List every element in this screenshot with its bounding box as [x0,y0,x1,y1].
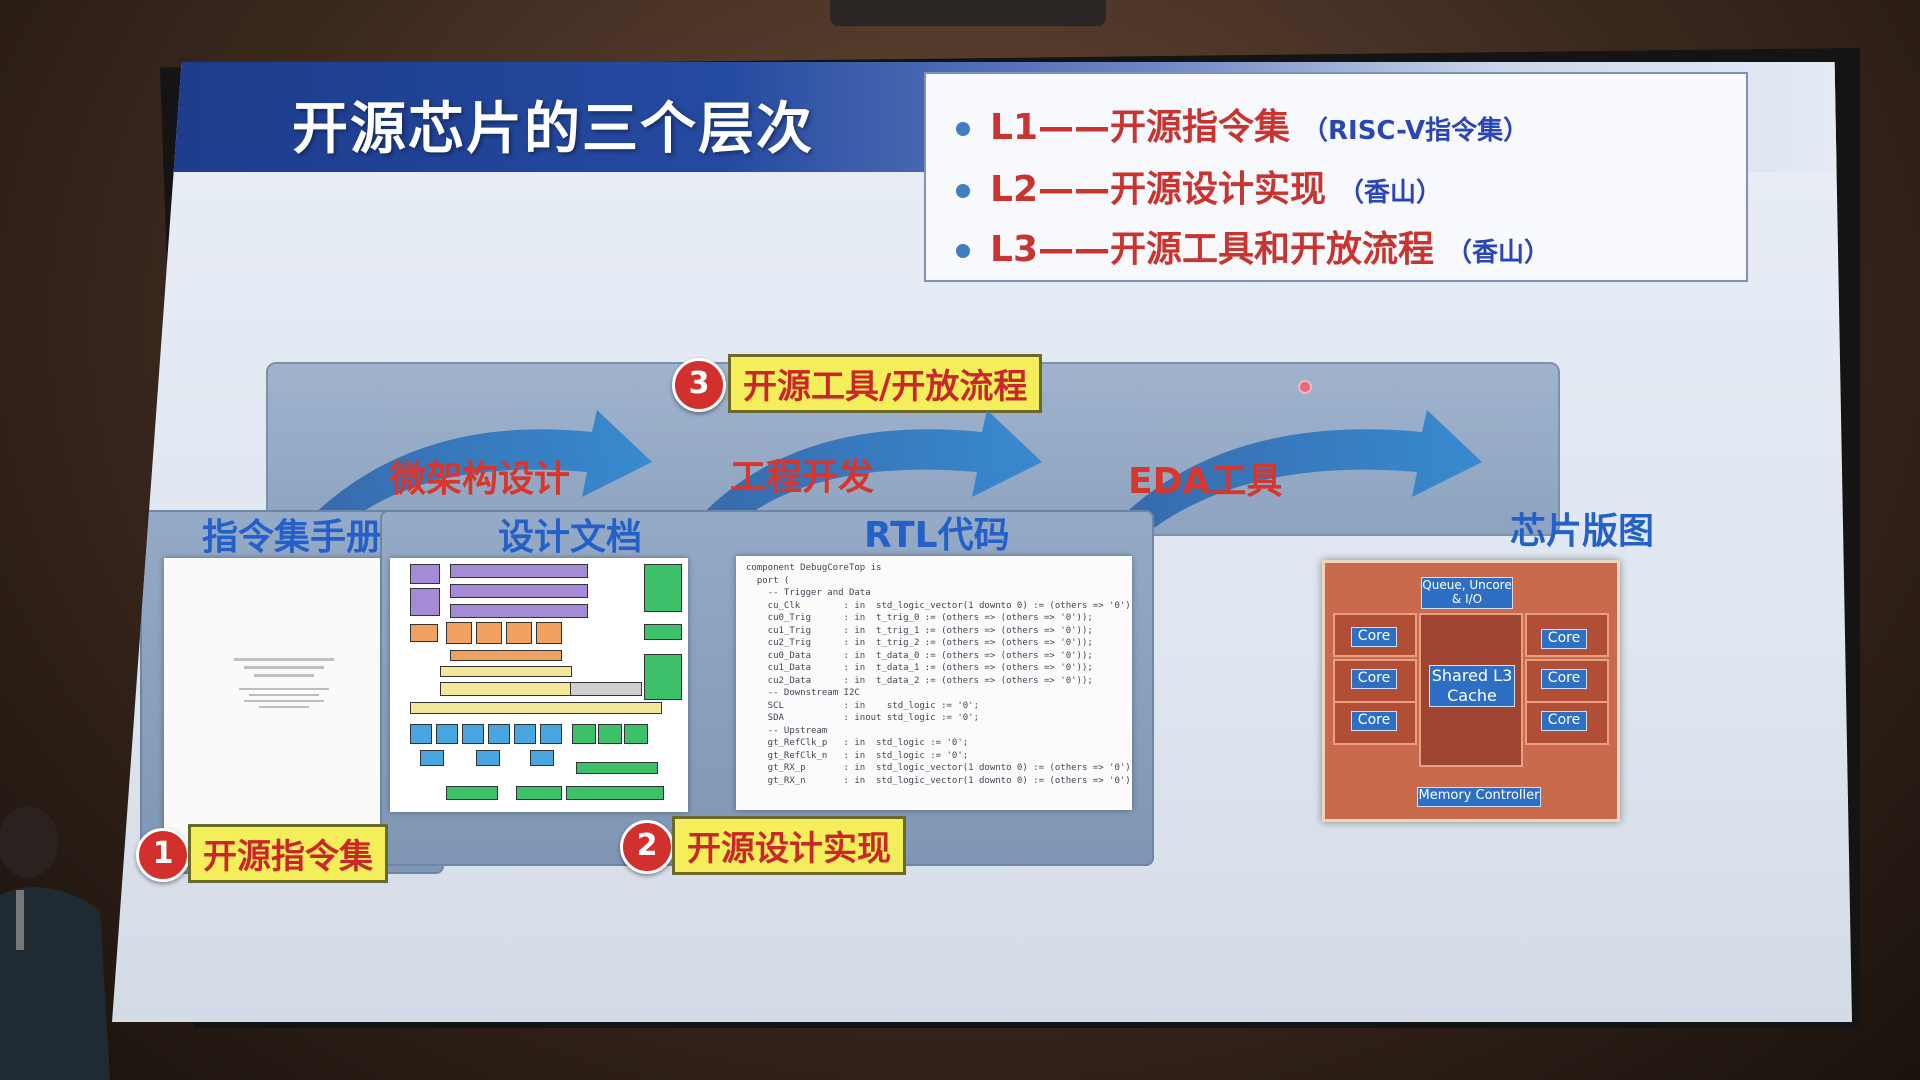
flow-step-2: 工程开发 [730,457,875,498]
presenter-silhouette [0,806,110,1080]
bullet-icon [956,122,970,136]
bullet-icon [956,244,970,258]
rtl-code-title: RTL代码 [864,515,1010,556]
code-line: -- Upstream [746,725,828,736]
chip-die-image: Queue, Uncore & I/O Core Core Core Core … [1322,560,1620,822]
level-label: L3——开源工具和开放流程 [990,229,1434,270]
code-line: gt_RefClk_p : in std_logic := '0'; [746,738,969,748]
design-doc-title: 设计文档 [498,517,643,558]
level-item-2: L2——开源设计实现 （香山） [956,160,1442,212]
code-line: gt_RX_n : in std_logic_vector(1 downto 0… [746,775,1132,786]
code-line: SDA : inout std_logic := '0'; [746,713,979,723]
projector-mount [830,0,1106,26]
rtl-code-listing: component DebugCoreTop is port ( -- Trig… [736,556,1132,810]
code-line: cu2_Data : in t_data_2 := (others => (ot… [746,675,1093,686]
level-item-3: L3——开源工具和开放流程 （香山） [956,220,1550,272]
code-line: gt_RefClk_n : in std_logic := '0'; [746,750,969,761]
chip-core-label: Core [1351,711,1397,731]
chip-memory-label: Memory Controller [1417,787,1541,807]
badge-1: 1 [136,828,190,882]
bottom-tag-isa: 开源指令集 [188,824,388,883]
code-line: cu2_Trig : in t_trig_2 := (others => (ot… [746,638,1093,648]
chip-core-label: Core [1351,627,1397,647]
chip-core-label: Core [1541,711,1587,731]
code-line: cu0_Trig : in t_trig_0 := (others => (ot… [746,613,1093,623]
isa-manual-page [164,558,404,858]
code-line: cu0_Data : in t_data_0 := (others => (ot… [746,650,1093,661]
level-note: （香山） [1446,238,1551,268]
badge-2: 2 [620,820,674,874]
bullet-icon [956,184,970,198]
code-line: port ( [746,575,790,586]
code-line: cu1_Trig : in t_trig_1 := (others => (ot… [746,625,1093,636]
level-note: （RISC-V指令集） [1302,116,1530,146]
bottom-tag-design: 开源设计实现 [672,816,906,875]
chip-core-label: Core [1541,629,1587,649]
level-label: L1——开源指令集 [990,107,1290,148]
chip-core-label: Core [1541,669,1587,689]
chip-cache-label: Shared L3 Cache [1429,665,1515,707]
level-note: （香山） [1338,178,1443,208]
isa-manual-title: 指令集手册 [202,517,383,558]
presentation-slide: 开源芯片的三个层次 L1——开源指令集 （RISC-V指令集） L2——开源设计实… [112,62,1852,1022]
level-item-1: L1——开源指令集 （RISC-V指令集） [956,98,1529,150]
design-block-diagram [390,558,688,812]
level-label: L2——开源设计实现 [990,169,1326,210]
chip-queue-label: Queue, Uncore & I/O [1421,577,1513,609]
chip-layout-title: 芯片版图 [1510,511,1655,552]
code-line: gt_RX_p : in std_logic_vector(1 downto 0… [746,763,1132,773]
slide-title: 开源芯片的三个层次 [292,97,814,162]
code-line: -- Trigger and Data [746,588,871,598]
flow-step-3: EDA工具 [1128,461,1283,502]
chip-core-label: Core [1351,669,1397,689]
code-line: -- Downstream I2C [746,688,860,698]
code-line: component DebugCoreTop is [746,563,882,573]
code-line: cu_Clk : in std_logic_vector(1 downto 0)… [746,600,1132,611]
code-line: SCL : in std_logic := '0'; [746,700,979,711]
laser-pointer-dot [1298,380,1312,394]
levels-box: L1——开源指令集 （RISC-V指令集） L2——开源设计实现 （香山） L3——… [924,72,1748,282]
code-line: cu1_Data : in t_data_1 := (others => (ot… [746,663,1093,673]
flow-step-1: 微架构设计 [390,459,571,500]
